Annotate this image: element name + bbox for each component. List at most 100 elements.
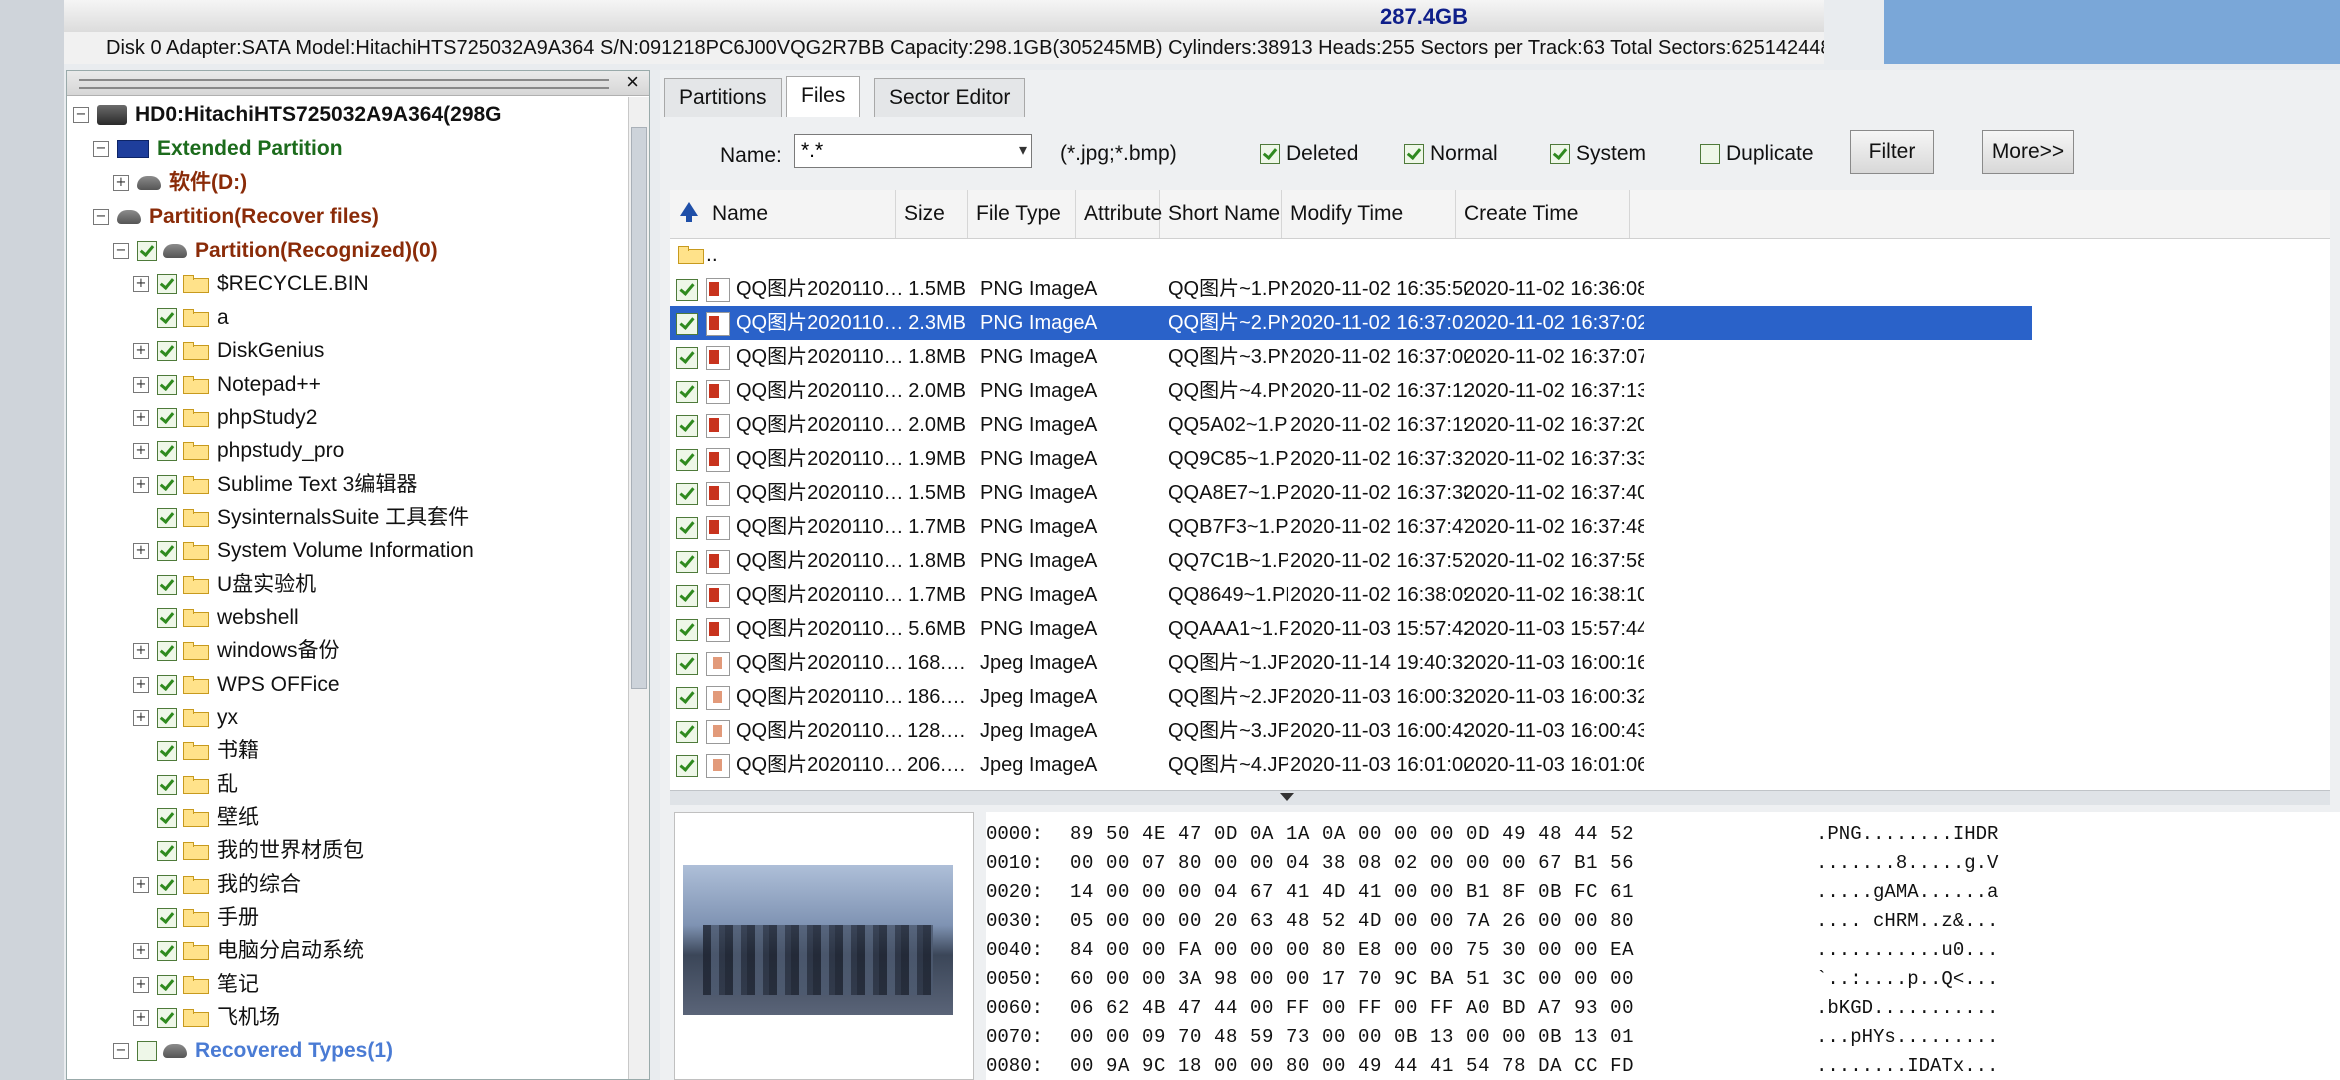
column-size[interactable]: Size	[896, 190, 968, 238]
tree-folder[interactable]: U盘实验机	[133, 569, 316, 601]
checkbox[interactable]	[157, 575, 177, 596]
up-arrow-icon[interactable]	[680, 202, 698, 222]
capacity-bar[interactable]: 287.4GB	[64, 0, 2340, 64]
tree-folder[interactable]: + System Volume Information	[133, 535, 474, 567]
checkbox[interactable]	[157, 274, 177, 295]
close-icon[interactable]: ×	[626, 71, 639, 93]
table-row[interactable]: QQ图片2020110…1.7MBPNG ImageAQQB7F3~1.PNG2…	[670, 510, 2032, 544]
column-short-name[interactable]: Short Name	[1160, 190, 1282, 238]
row-checkbox[interactable]	[676, 653, 698, 675]
table-row[interactable]: QQ图片2020110…1.5MBPNG ImageAQQA8E7~1.PNG2…	[670, 476, 2032, 510]
checkbox[interactable]	[157, 875, 177, 896]
table-row[interactable]: QQ图片2020110…2.0MBPNG ImageAQQ图片~4.PNG202…	[670, 374, 2032, 408]
tree-folder[interactable]: 乱	[133, 769, 238, 801]
tree-folder[interactable]: webshell	[133, 602, 299, 634]
tree-folder[interactable]: + 笔记	[133, 969, 259, 1001]
column-file-type[interactable]: File Type	[968, 190, 1076, 238]
deleted-checkbox[interactable]: Deleted	[1260, 142, 1358, 166]
table-row[interactable]: QQ图片2020110…5.6MBPNG ImageAQQAAA1~1.P…20…	[670, 612, 2032, 646]
checkbox[interactable]	[157, 775, 177, 796]
column-modify-time[interactable]: Modify Time	[1282, 190, 1456, 238]
expand-icon[interactable]: +	[133, 276, 149, 293]
row-checkbox[interactable]	[676, 483, 698, 505]
tab-partitions[interactable]: Partitions	[664, 78, 782, 117]
table-row[interactable]: QQ图片2020110…1.8MBPNG ImageAQQ7C1B~1.PNG2…	[670, 544, 2032, 578]
checkbox[interactable]	[1404, 144, 1424, 165]
tab-files[interactable]: Files	[786, 76, 861, 117]
checkbox[interactable]	[137, 241, 157, 262]
checkbox[interactable]	[157, 308, 177, 329]
tree-folder[interactable]: + windows备份	[133, 635, 340, 667]
expand-icon[interactable]: +	[133, 377, 149, 394]
collapse-icon[interactable]: −	[73, 107, 89, 124]
expand-icon[interactable]: +	[133, 710, 149, 727]
row-checkbox[interactable]	[676, 279, 698, 301]
duplicate-checkbox[interactable]: Duplicate	[1700, 142, 1814, 166]
row-checkbox[interactable]	[676, 517, 698, 539]
more-button[interactable]: More>>	[1982, 130, 2074, 174]
checkbox[interactable]	[157, 641, 177, 662]
row-checkbox[interactable]	[676, 449, 698, 471]
expand-icon[interactable]: +	[133, 977, 149, 994]
tree-folder[interactable]: + yx	[133, 702, 238, 734]
tree-folder[interactable]: + Sublime Text 3编辑器	[133, 469, 417, 501]
expand-icon[interactable]: +	[133, 943, 149, 960]
row-checkbox[interactable]	[676, 721, 698, 743]
checkbox[interactable]	[157, 708, 177, 729]
collapse-icon[interactable]: −	[93, 141, 109, 158]
checkbox[interactable]	[1700, 144, 1720, 165]
tree-folder[interactable]: 壁纸	[133, 802, 259, 834]
checkbox[interactable]	[157, 541, 177, 562]
checkbox[interactable]	[157, 975, 177, 996]
filter-button[interactable]: Filter	[1850, 130, 1934, 174]
grip-handle[interactable]	[79, 79, 609, 89]
checkbox[interactable]	[157, 441, 177, 462]
tree-folder[interactable]: 手册	[133, 902, 259, 934]
row-checkbox[interactable]	[676, 551, 698, 573]
tree-folder[interactable]: a	[133, 302, 229, 334]
expand-icon[interactable]: +	[113, 175, 129, 192]
checkbox[interactable]	[157, 941, 177, 962]
tree-scrollbar[interactable]	[628, 97, 649, 1079]
checkbox[interactable]	[157, 675, 177, 696]
row-checkbox[interactable]	[676, 755, 698, 777]
row-checkbox[interactable]	[676, 415, 698, 437]
checkbox[interactable]	[157, 375, 177, 396]
expand-icon[interactable]: +	[133, 877, 149, 894]
tree-item-volume-d[interactable]: + 软件(D:)	[113, 167, 247, 199]
collapse-icon[interactable]: −	[93, 209, 109, 226]
expand-icon[interactable]: +	[133, 677, 149, 694]
tree-folder[interactable]: SysinternalsSuite 工具套件	[133, 502, 469, 534]
parent-directory-row[interactable]: ..	[670, 238, 2330, 272]
tree-folder[interactable]: + 飞机场	[133, 1002, 280, 1034]
tree-folder[interactable]: + 我的综合	[133, 869, 301, 901]
row-checkbox[interactable]	[676, 619, 698, 641]
table-row[interactable]: QQ图片2020110…2.3MBPNG ImageAQQ图片~2.PNG202…	[670, 306, 2032, 340]
scrollbar-thumb[interactable]	[631, 127, 647, 689]
checkbox[interactable]	[157, 741, 177, 762]
tree-item-recover-partition[interactable]: − Partition(Recover files)	[93, 201, 379, 233]
table-row[interactable]: QQ图片2020110…1.9MBPNG ImageAQQ9C85~1.PNG2…	[670, 442, 2032, 476]
checkbox[interactable]	[157, 408, 177, 429]
table-row[interactable]: QQ图片2020110…1.5MBPNG ImageAQQ图片~1.PNG202…	[670, 272, 2032, 306]
tree-item-recognized-partition[interactable]: − Partition(Recognized)(0)	[113, 235, 438, 267]
tree-item-disk[interactable]: − HD0:HitachiHTS725032A9A364(298G	[73, 99, 502, 131]
tree-folder[interactable]: + phpstudy_pro	[133, 435, 344, 467]
hex-view[interactable]: 0000: 89 50 4E 47 0D 0A 1A 0A 00 00 00 0D…	[986, 812, 2340, 1080]
checkbox[interactable]	[157, 475, 177, 496]
name-filter-input[interactable]	[794, 134, 1032, 168]
tree-folder[interactable]: + phpStudy2	[133, 402, 317, 434]
tree-item-extended-partition[interactable]: − Extended Partition	[93, 133, 343, 165]
checkbox[interactable]	[137, 1041, 157, 1062]
expand-icon[interactable]: +	[133, 543, 149, 560]
row-checkbox[interactable]	[676, 381, 698, 403]
checkbox[interactable]	[1260, 144, 1280, 165]
table-row[interactable]: QQ图片2020110…128.…Jpeg ImageAQQ图片~3.JPG20…	[670, 714, 2032, 748]
expand-icon[interactable]: +	[133, 643, 149, 660]
pane-splitter[interactable]	[670, 790, 2330, 805]
tree-folder[interactable]: + WPS OFFice	[133, 669, 340, 701]
checkbox[interactable]	[157, 808, 177, 829]
checkbox[interactable]	[157, 508, 177, 529]
column-name[interactable]: Name	[704, 190, 896, 238]
expand-icon[interactable]: −	[113, 1043, 129, 1060]
